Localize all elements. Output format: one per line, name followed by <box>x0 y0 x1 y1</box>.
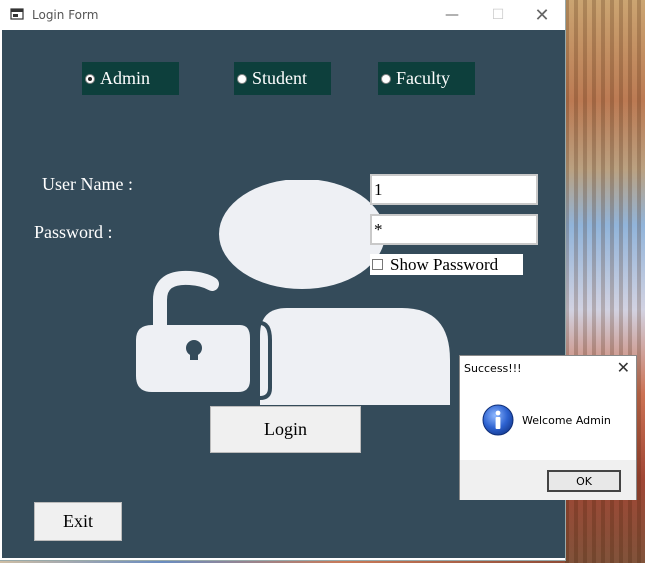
close-button[interactable]: ✕ <box>519 0 565 30</box>
username-input[interactable] <box>370 174 538 205</box>
ok-button[interactable]: OK <box>547 470 621 492</box>
login-button[interactable]: Login <box>210 406 361 453</box>
message-box-title: Success!!! <box>464 362 522 375</box>
title-bar[interactable]: Login Form — ☐ ✕ <box>0 0 565 30</box>
minimize-button[interactable]: — <box>429 0 475 30</box>
student-radio-label: Student <box>252 68 308 88</box>
admin-radio[interactable]: Admin <box>82 62 179 95</box>
message-text: Welcome Admin <box>522 414 611 427</box>
maximize-button[interactable]: ☐ <box>475 0 521 30</box>
radio-unchecked-icon[interactable] <box>237 73 247 84</box>
exit-button[interactable]: Exit <box>34 502 122 541</box>
message-box-title-bar[interactable]: Success!!! ✕ <box>460 356 636 382</box>
radio-unchecked-icon[interactable] <box>381 73 391 84</box>
info-icon <box>482 404 514 436</box>
password-label: Password : <box>34 222 113 242</box>
show-password-label: Show Password <box>390 254 499 274</box>
message-box-footer: OK <box>460 460 636 500</box>
show-password-checkbox[interactable]: Show Password <box>370 254 523 275</box>
window-title: Login Form <box>32 8 99 22</box>
faculty-radio[interactable]: Faculty <box>378 62 475 95</box>
success-message-box: Success!!! ✕ Welcome Admin OK <box>459 355 637 500</box>
message-box-close-button[interactable]: ✕ <box>617 358 630 377</box>
checkbox-unchecked-icon[interactable] <box>372 259 383 270</box>
admin-radio-label: Admin <box>100 68 151 88</box>
faculty-radio-label: Faculty <box>396 68 450 88</box>
username-label: User Name : <box>42 174 133 194</box>
radio-checked-icon[interactable] <box>85 73 95 84</box>
password-input[interactable] <box>370 214 538 245</box>
app-icon <box>10 8 24 20</box>
student-radio[interactable]: Student <box>234 62 331 95</box>
